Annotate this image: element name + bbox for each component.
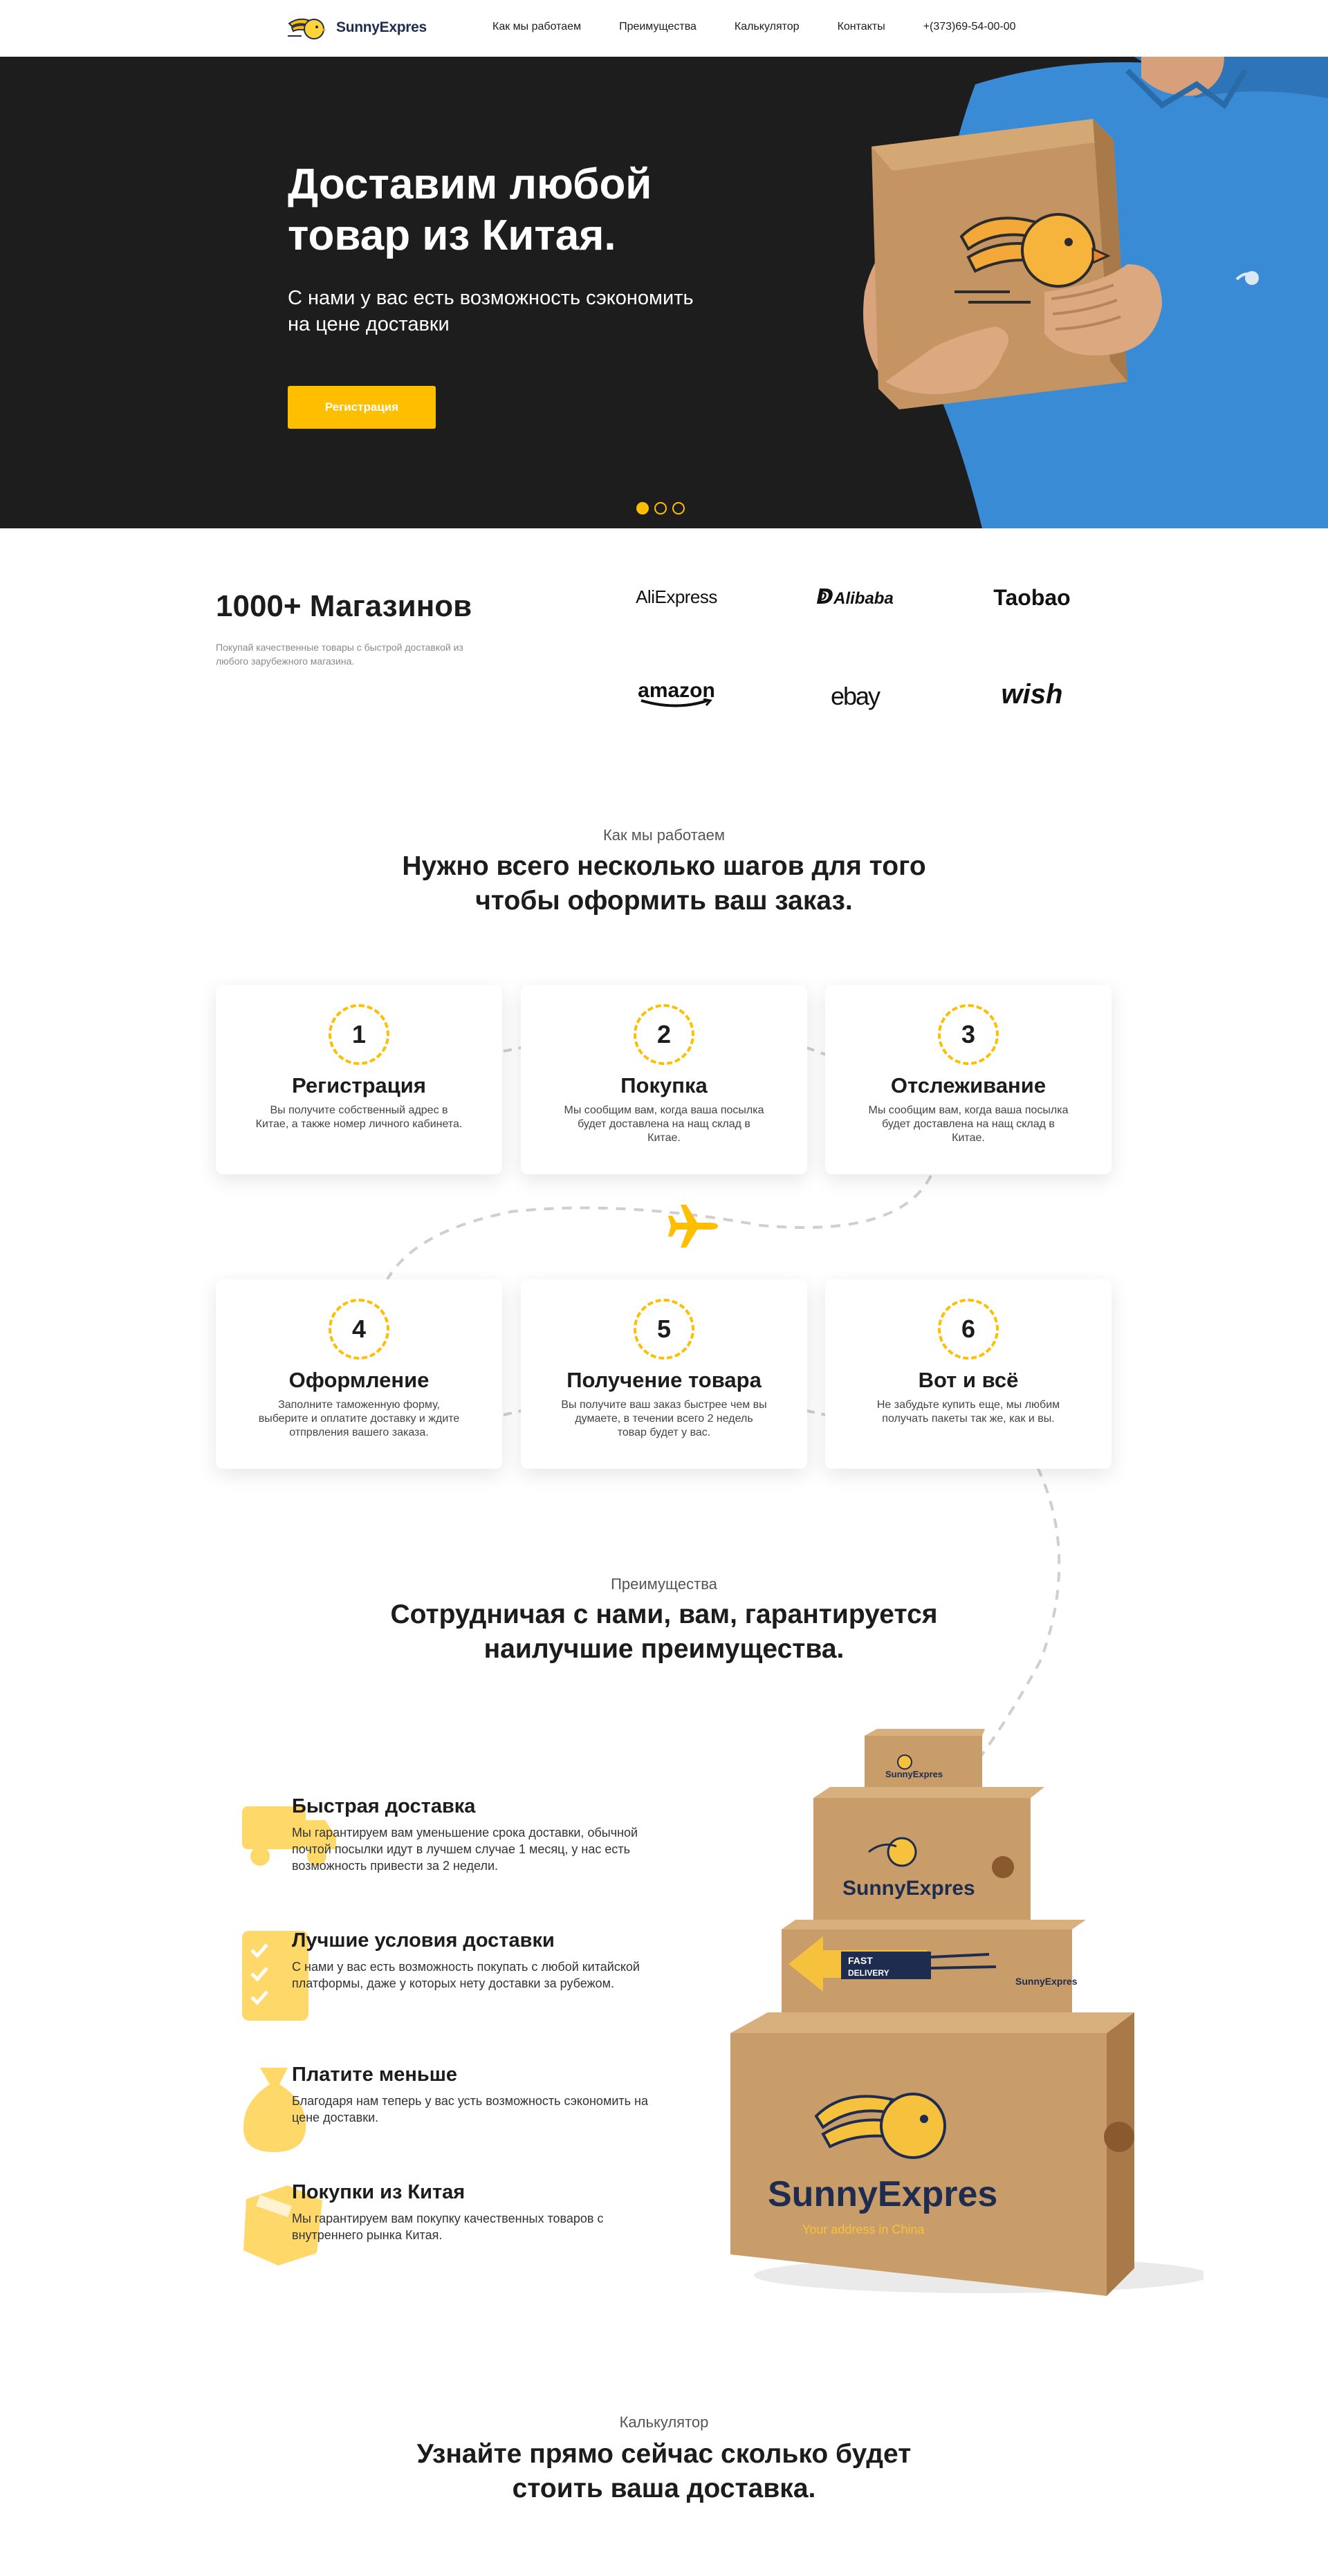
step-title: Покупка bbox=[620, 1073, 708, 1097]
nav-link-how-it-works[interactable]: Как мы работаем bbox=[492, 21, 581, 33]
step-card-3: 3 Отслеживание Мы сообщим вам, когда ваш… bbox=[825, 985, 1112, 1174]
brand-logo[interactable]: SunnyExpres bbox=[286, 14, 427, 41]
alibaba-logo-icon: ↁ bbox=[816, 586, 834, 609]
how-heading: Нужно всего несколько шагов для того что… bbox=[402, 851, 926, 916]
nav-link-contacts[interactable]: Контакты bbox=[838, 21, 885, 33]
brand-alibaba[interactable]: ↁAlibaba bbox=[772, 585, 938, 609]
step-number: 2 bbox=[634, 1004, 694, 1065]
step-number: 6 bbox=[938, 1299, 999, 1360]
box-tagline-label: Your address in China bbox=[802, 2223, 925, 2236]
brand-aliexpress[interactable]: AliExpress bbox=[593, 586, 759, 608]
brand-amazon[interactable]: amazon bbox=[593, 679, 759, 708]
step-title: Оформление bbox=[288, 1368, 430, 1392]
benefits-heading: Сотрудничая с нами, вам, гарантируется н… bbox=[390, 1600, 938, 1664]
step-title: Регистрация bbox=[292, 1073, 426, 1097]
nav-link-advantages[interactable]: Преимущества bbox=[619, 21, 697, 33]
hero-register-button[interactable]: Регистрация bbox=[288, 386, 436, 429]
step-text: Не забудьте купить еще, мы любим получат… bbox=[876, 1399, 1060, 1425]
courier-with-box-illustration bbox=[837, 57, 1328, 528]
hero-subtitle: С нами у вас есть возможность сэкономить… bbox=[288, 287, 694, 335]
nav-menu: Как мы работаем Преимущества Калькулятор… bbox=[492, 21, 1016, 33]
airplane-icon bbox=[668, 1205, 718, 1248]
step-card-4: 4 Оформление Заполните таможенную форму,… bbox=[216, 1279, 502, 1469]
stores-title: 1000+ Магазинов bbox=[216, 589, 472, 623]
step-number: 3 bbox=[938, 1004, 999, 1065]
step-title: Вот и всё bbox=[918, 1368, 1019, 1392]
nav-link-calculator[interactable]: Калькулятор bbox=[735, 21, 800, 33]
step-text: Мы сообщим вам, когда ваша посылка будет… bbox=[564, 1104, 764, 1144]
benefit-title: Быстрая доставка bbox=[292, 1795, 476, 1817]
fast-label: FAST bbox=[848, 1955, 873, 1966]
how-kicker: Как мы работаем bbox=[602, 826, 726, 844]
step-text: Мы сообщим вам, когда ваша посылка будет… bbox=[868, 1104, 1069, 1144]
benefit-text: Благодаря нам теперь у вас усть возможно… bbox=[292, 2094, 648, 2124]
stores-subtitle: Покупай качественные товары с быстрой до… bbox=[216, 642, 463, 667]
step-card-2: 2 Покупка Мы сообщим вам, когда ваша пос… bbox=[521, 985, 807, 1174]
step-number: 1 bbox=[329, 1004, 389, 1065]
top-navigation: SunnyExpres Как мы работаем Преимущества… bbox=[0, 0, 1328, 57]
brand-name: SunnyExpres bbox=[336, 19, 427, 35]
benefit-title: Лучшие условия доставки bbox=[292, 1929, 555, 1952]
slider-dot-2[interactable] bbox=[654, 502, 667, 515]
calc-heading: Узнайте прямо сейчас сколько будет стоит… bbox=[416, 2439, 912, 2503]
slider-dot-1[interactable] bbox=[636, 502, 649, 515]
step-title: Отслеживание bbox=[890, 1073, 1046, 1097]
delivery-label: DELIVERY bbox=[848, 1968, 889, 1978]
step-number: 5 bbox=[634, 1299, 694, 1360]
calc-kicker: Калькулятор bbox=[619, 2413, 709, 2431]
benefit-text: Мы гарантируем вам уменьшение срока дост… bbox=[292, 1826, 638, 1873]
svg-text:SunnyExpres: SunnyExpres bbox=[885, 1769, 943, 1779]
benefit-text: Мы гарантируем вам покупку качественных … bbox=[292, 2212, 604, 2242]
benefits-kicker: Преимущества bbox=[611, 1575, 717, 1593]
brand-wish[interactable]: wish bbox=[949, 679, 1115, 710]
step-number: 4 bbox=[329, 1299, 389, 1360]
benefit-title: Покупки из Китая bbox=[292, 2181, 465, 2203]
slider-dot-3[interactable] bbox=[672, 502, 685, 515]
step-card-1: 1 Регистрация Вы получите собственный ад… bbox=[216, 985, 502, 1174]
step-text: Вы получите ваш заказ быстрее чем вы дум… bbox=[561, 1399, 767, 1438]
box-brand-label-small: SunnyExpres bbox=[842, 1877, 975, 1900]
step-text: Заполните таможенную форму, выберите и о… bbox=[258, 1399, 460, 1438]
step-card-6: 6 Вот и всё Не забудьте купить еще, мы л… bbox=[825, 1279, 1112, 1469]
stacked-boxes-illustration: SunnyExpres SunnyExpres FAST DELIVERY Su… bbox=[730, 1729, 1204, 2296]
step-title: Получение товара bbox=[566, 1368, 762, 1392]
slider-dots bbox=[636, 502, 685, 515]
brand-taobao[interactable]: Taobao bbox=[949, 585, 1115, 611]
box-brand-label-large: SunnyExpres bbox=[768, 2174, 997, 2214]
svg-text:SunnyExpres: SunnyExpres bbox=[1015, 1976, 1078, 1987]
step-text: Вы получите собственный адрес в Китае, а… bbox=[255, 1104, 463, 1130]
hero-title: Доставим любой товар из Китая. bbox=[288, 160, 652, 259]
step-card-5: 5 Получение товара Вы получите ваш заказ… bbox=[521, 1279, 807, 1469]
benefit-text: С нами у вас есть возможность покупать с… bbox=[292, 1960, 640, 1990]
hero-slider: Доставим любой товар из Китая. С нами у … bbox=[0, 57, 1328, 528]
brand-ebay[interactable]: ebay bbox=[772, 682, 938, 711]
nav-phone-link[interactable]: +(373)69-54-00-00 bbox=[923, 21, 1016, 33]
benefit-title: Платите меньше bbox=[292, 2064, 458, 2086]
bird-logo-icon bbox=[288, 18, 326, 39]
